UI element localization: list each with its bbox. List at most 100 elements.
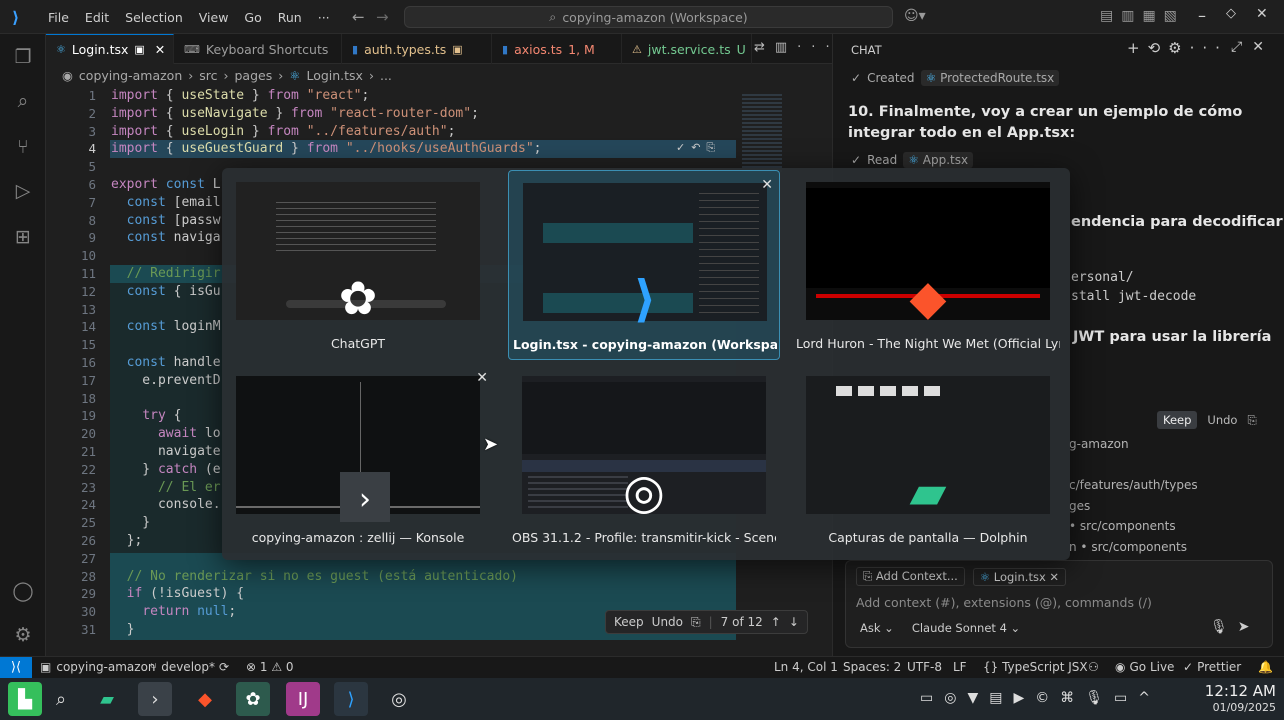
eol-status[interactable]: LF <box>953 660 967 674</box>
golive-status[interactable]: ◉ Go Live <box>1115 660 1174 674</box>
menu-edit[interactable]: Edit <box>77 10 117 25</box>
chat-input[interactable]: Add context (#), extensions (@), command… <box>856 595 1152 610</box>
run-debug-icon[interactable]: ▷ <box>10 178 36 204</box>
screen: ⟩ File Edit Selection View Go Run ··· ← … <box>0 0 1284 720</box>
back-arrow-icon[interactable]: ← <box>352 8 365 26</box>
changed-file[interactable]: c/features/auth/types <box>1069 475 1198 496</box>
switcher-window-obs[interactable]: ◎ OBS 31.1.2 - Profile: transmitir-kick … <box>508 364 780 554</box>
sync-icon[interactable]: ⟳ <box>219 660 229 674</box>
breadcrumb-item[interactable]: pages <box>235 68 273 83</box>
forward-arrow-icon[interactable]: → <box>376 8 389 26</box>
switcher-window-dolphin[interactable]: ▰ Capturas de pantalla — Dolphin <box>792 364 1064 554</box>
menu-more[interactable]: ··· <box>310 10 338 25</box>
clock-time[interactable]: 12:12 AM <box>1200 682 1276 700</box>
switcher-window-chatgpt[interactable]: ✿ ChatGPT <box>222 170 494 360</box>
mic-send-icons[interactable]: 🎙➤ <box>1210 619 1260 635</box>
undo-button[interactable]: Undo <box>1203 411 1241 429</box>
feedback-icon[interactable]: ⚇ <box>1088 660 1099 674</box>
changed-file[interactable]: n • src/components <box>1069 537 1198 558</box>
diff-file-icon[interactable]: ⎘ <box>691 615 701 630</box>
intellij-taskbar-icon[interactable]: IJ <box>286 682 320 716</box>
encoding-status[interactable]: UTF-8 <box>907 660 942 674</box>
prettier-status[interactable]: ✓ Prettier <box>1183 660 1241 674</box>
menu-file[interactable]: File <box>40 10 77 25</box>
switcher-window-vscode[interactable]: ⟩ ✕ Login.tsx - copying-amazon (Workspac… <box>508 170 780 360</box>
context-file-chip[interactable]: ⚛ Login.tsx ✕ <box>972 567 1067 586</box>
breadcrumb-item[interactable]: ... <box>380 68 392 83</box>
search-icon[interactable]: ⌕ <box>44 682 78 716</box>
language-status[interactable]: {} TypeScript JSX <box>983 660 1088 674</box>
model-select[interactable]: Claude Sonnet 4 ⌄ <box>912 621 1020 635</box>
changed-file[interactable]: g-amazon <box>1069 434 1198 455</box>
diff-file-icon[interactable]: ⎘ <box>1247 413 1256 428</box>
keep-button[interactable]: Keep <box>614 615 644 629</box>
file-chip[interactable]: ⚛ App.tsx <box>903 152 974 168</box>
menu-run[interactable]: Run <box>270 10 310 25</box>
account-icon[interactable]: ◯ <box>10 578 36 604</box>
problems-status[interactable]: ⊗ 1 ⚠ 0 <box>246 660 294 674</box>
tab-keyboard-shortcuts[interactable]: ⌨ Keyboard Shortcuts <box>174 34 342 64</box>
chat-window-icons[interactable]: ⤢✕ <box>1231 39 1274 55</box>
undo-button[interactable]: Undo <box>652 615 683 629</box>
branch-status[interactable]: ⑂ develop* ⟳ <box>150 660 229 674</box>
obs-taskbar-icon[interactable]: ◎ <box>382 682 416 716</box>
command-center[interactable]: ⌕ copying-amazon (Workspace) <box>404 6 893 28</box>
editor-actions-icons[interactable]: ⇄▥··· <box>754 40 840 55</box>
tab-axios[interactable]: ▮ axios.ts 1, M <box>492 34 622 64</box>
switcher-window-brave[interactable]: ◆ Lord Huron - The Night We Met (Officia… <box>792 170 1064 360</box>
copilot-icon[interactable]: ☺▾ <box>904 8 926 24</box>
extensions-icon[interactable]: ⊞ <box>10 224 36 250</box>
indentation-status[interactable]: Spaces: 2 <box>843 660 901 674</box>
tab-auth-types[interactable]: ▮ auth.types.ts ▣ <box>342 34 492 64</box>
chat-actions-icons[interactable]: +⟲⚙··· <box>1127 39 1228 57</box>
bell-icon[interactable]: 🔔 <box>1258 660 1273 674</box>
file-chip[interactable]: ⚛ ProtectedRoute.tsx <box>920 70 1060 86</box>
menu-selection[interactable]: Selection <box>117 10 191 25</box>
gear-icon[interactable]: ⚙ <box>10 622 36 648</box>
branch-icon: ⑂ <box>150 660 158 674</box>
inline-diff-actions[interactable]: ✓↶⎘ <box>676 141 721 155</box>
tab-jwt-service[interactable]: ⚠ jwt.service.ts U <box>622 34 752 64</box>
search-icon: ⌕ <box>549 9 557 24</box>
menu-view[interactable]: View <box>191 10 237 25</box>
line-number: 7 <box>88 194 96 210</box>
manjaro-menu-icon[interactable]: ▙ <box>8 682 42 716</box>
workspace-status[interactable]: ▣ copying-amazon <box>40 660 156 674</box>
dolphin-taskbar-icon[interactable]: ▰ <box>90 682 124 716</box>
chatgpt-taskbar-icon[interactable]: ✿ <box>236 682 270 716</box>
arrow-up-icon[interactable]: ↑ <box>771 615 781 629</box>
close-icon[interactable]: ✕ <box>761 177 773 193</box>
cursor-position[interactable]: Ln 4, Col 1 <box>774 660 838 674</box>
tab-login[interactable]: ⚛ Login.tsx ▣ ✕ <box>46 34 174 64</box>
breadcrumb-item[interactable]: src <box>199 68 217 83</box>
close-window-icon[interactable]: ✕ <box>1256 6 1268 22</box>
model-label: Claude Sonnet 4 <box>911 621 1007 635</box>
minimize-icon[interactable]: – <box>1198 6 1206 25</box>
system-tray-icons[interactable]: ▭◎▼▤▶©⌘🎙▭^ <box>920 690 1161 706</box>
add-context-button[interactable]: ⎘ Add Context... <box>856 567 965 586</box>
vscode-taskbar-icon[interactable]: ⟩ <box>334 682 368 716</box>
arrow-down-icon[interactable]: ↓ <box>789 615 799 629</box>
remote-icon[interactable]: ⟩⟨ <box>0 657 32 679</box>
explorer-icon[interactable]: ❐ <box>10 44 36 70</box>
layout-icons[interactable]: ▤▥▦▧ <box>1100 8 1185 24</box>
changed-file[interactable]: ges <box>1069 496 1198 517</box>
clock-date[interactable]: 01/09/2025 <box>1200 701 1276 714</box>
mode-select[interactable]: Ask ⌄ <box>860 621 894 635</box>
maximize-icon[interactable]: ◇ <box>1226 6 1236 21</box>
konsole-taskbar-icon[interactable]: › <box>138 682 172 716</box>
close-icon[interactable]: ✕ <box>476 370 488 386</box>
switcher-window-konsole[interactable]: › ✕ copying-amazon : zellij — Konsole <box>222 364 494 554</box>
close-icon[interactable]: ✕ <box>155 42 165 57</box>
brave-taskbar-icon[interactable]: ◆ <box>188 682 222 716</box>
menu-go[interactable]: Go <box>236 10 269 25</box>
minimap[interactable] <box>742 94 782 174</box>
close-icon[interactable]: ✕ <box>1049 570 1059 584</box>
breadcrumb-item[interactable]: copying-amazon <box>79 68 182 83</box>
context-file-label: Login.tsx <box>993 569 1046 584</box>
changed-file[interactable]: • src/components <box>1069 516 1198 537</box>
keep-button[interactable]: Keep <box>1157 411 1198 429</box>
breadcrumb-item[interactable]: Login.tsx <box>306 68 363 83</box>
search-icon[interactable]: ⌕ <box>10 88 36 114</box>
source-control-icon[interactable]: ⑂ <box>10 134 36 160</box>
